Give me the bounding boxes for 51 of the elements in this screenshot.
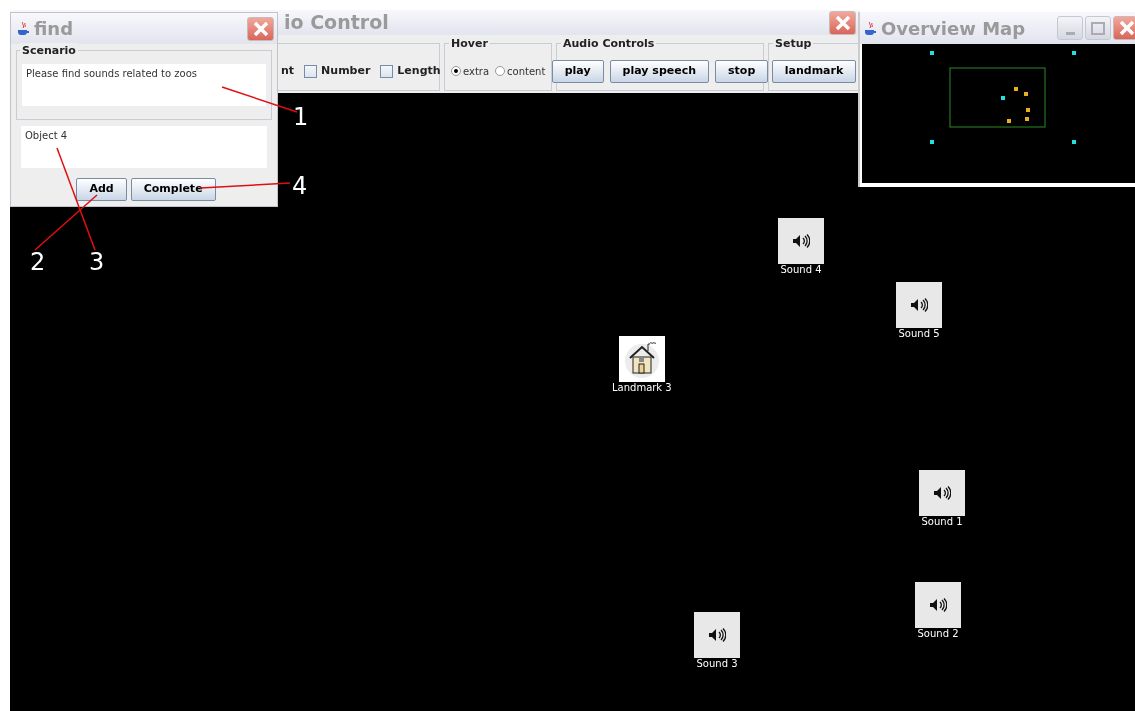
radio-label: content [507, 64, 546, 79]
speaker-icon [708, 628, 726, 642]
close-icon [1118, 20, 1135, 36]
maximize-button[interactable] [1085, 16, 1111, 40]
checkbox-label: Number [321, 62, 371, 79]
sound-node[interactable] [919, 470, 965, 516]
object-text-area[interactable]: Object 4 [21, 126, 267, 168]
close-icon [252, 20, 269, 37]
minimize-button[interactable] [1057, 16, 1083, 40]
sound-node[interactable] [915, 582, 961, 628]
close-button[interactable] [1113, 16, 1135, 40]
window-title: io Control [284, 13, 389, 32]
sound-node[interactable] [896, 282, 942, 328]
checkbox[interactable] [304, 64, 318, 78]
node-label: Sound 1 [921, 516, 963, 528]
node-label: Landmark 3 [612, 382, 672, 394]
window-title: Overview Map [881, 16, 1026, 41]
checkbox[interactable] [380, 64, 394, 78]
dialog-button[interactable]: Complete [130, 178, 216, 201]
coffee-cup-icon [17, 21, 30, 36]
radio-label: extra [463, 64, 490, 79]
coffee-cup-icon [864, 20, 877, 36]
checkbox-label: Length [397, 62, 441, 79]
scenario-text-area[interactable]: Please find sounds related to zoos [22, 64, 266, 106]
node-label: Sound 3 [696, 658, 738, 670]
speaker-icon [910, 298, 928, 312]
dialog-button[interactable]: Add [76, 178, 127, 201]
node-label: Sound 2 [917, 628, 959, 640]
landmark-node[interactable] [618, 336, 665, 382]
landmark-button[interactable]: landmark [771, 59, 857, 83]
speaker-icon [933, 486, 951, 500]
callout-number: 2 [30, 248, 46, 276]
node-label: Sound 4 [780, 264, 822, 276]
radio-button[interactable] [451, 66, 461, 76]
close-icon [834, 14, 851, 31]
audio-button[interactable]: stop [715, 59, 769, 83]
audio-button[interactable]: play [551, 59, 604, 83]
close-button[interactable] [247, 16, 274, 41]
checkbox-label: nt [281, 62, 295, 79]
radio-button[interactable] [495, 66, 506, 76]
speaker-icon [929, 598, 947, 612]
close-button[interactable] [829, 10, 856, 35]
node-label: Sound 5 [898, 328, 940, 340]
callout-number: 4 [292, 172, 308, 200]
speaker-icon [792, 234, 810, 248]
callout-number: 3 [89, 248, 105, 276]
callout-number: 1 [293, 103, 309, 131]
audio-button[interactable]: play speech [609, 59, 710, 83]
sound-node[interactable] [778, 218, 824, 264]
sound-node[interactable] [694, 612, 740, 658]
dialog-title: find [34, 17, 74, 41]
